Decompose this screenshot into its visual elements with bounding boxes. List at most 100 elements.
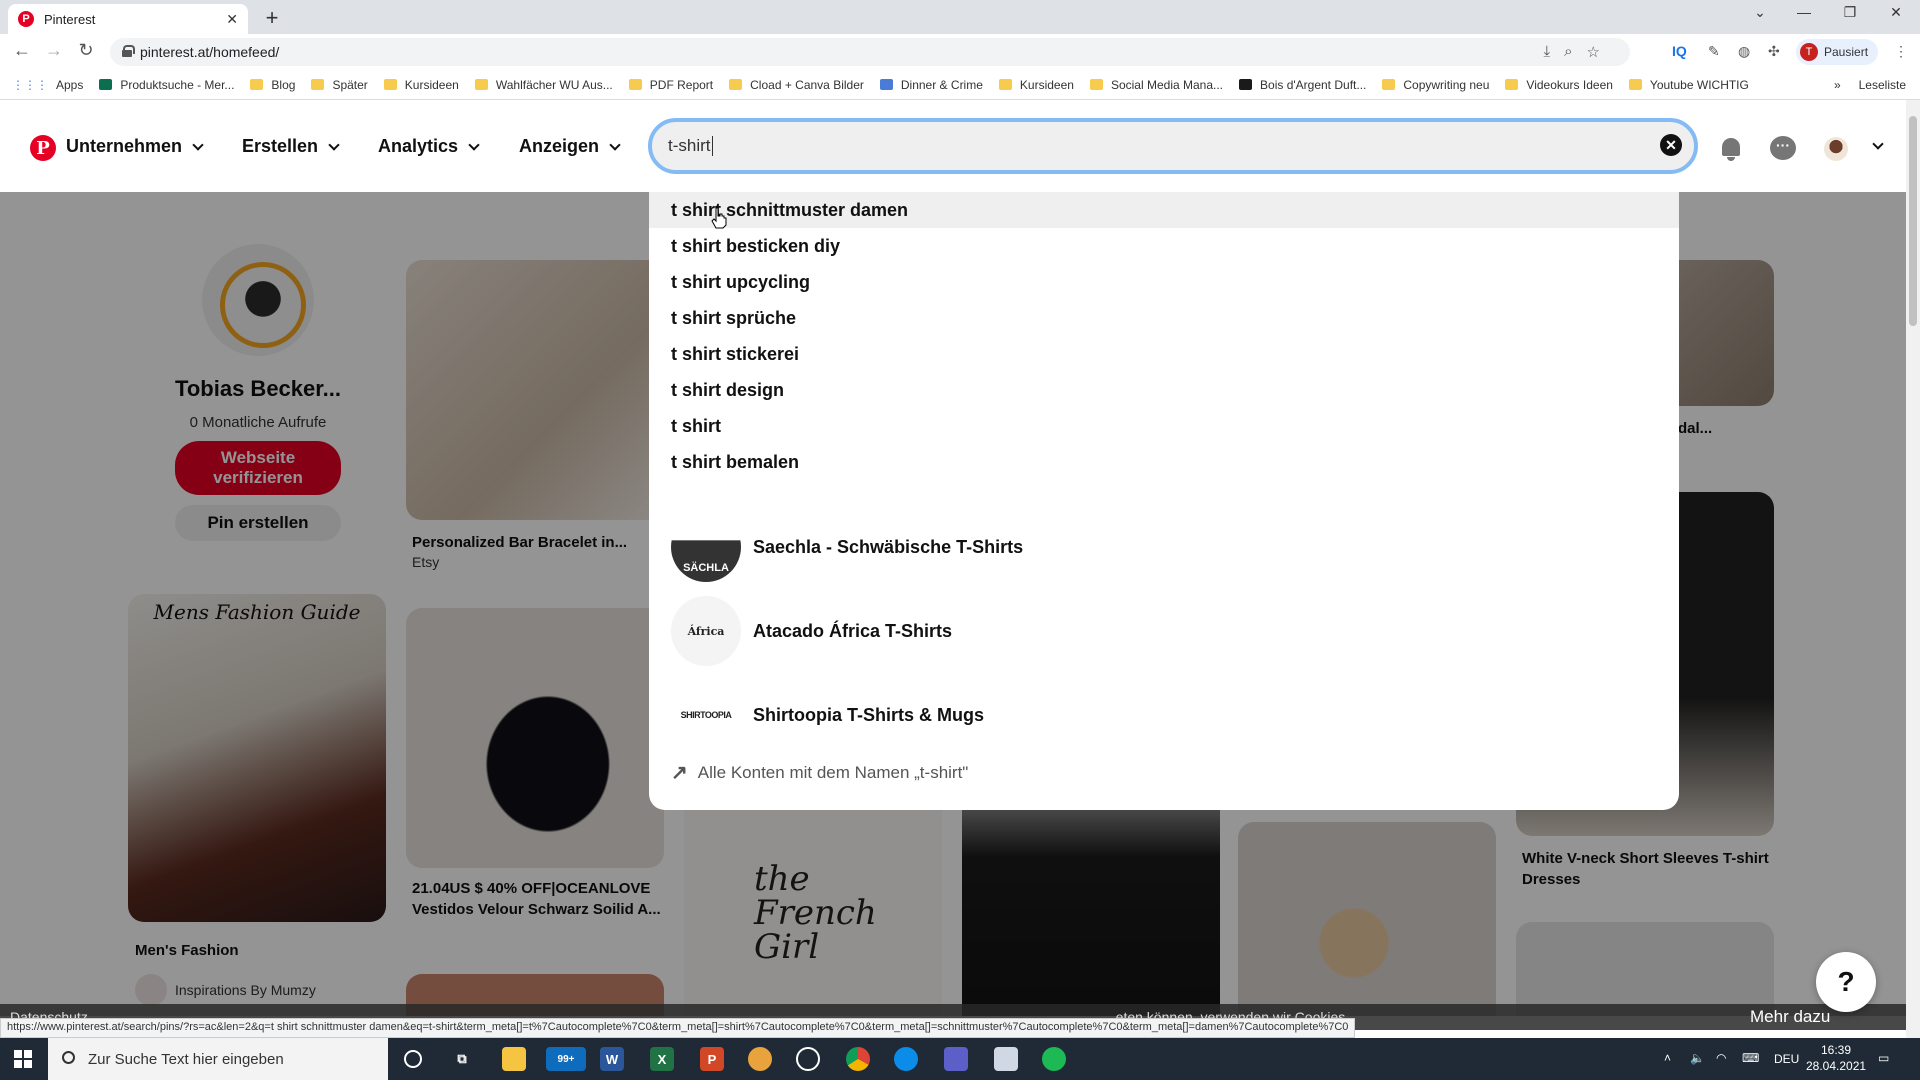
mail-icon[interactable]: 99+ bbox=[546, 1047, 586, 1071]
bookmark-item[interactable]: Produktsuche - Mer... bbox=[99, 78, 234, 92]
chrome-icon[interactable] bbox=[846, 1047, 870, 1071]
menu-erstellen[interactable]: Erstellen bbox=[242, 136, 340, 157]
bookmark-item[interactable]: Dinner & Crime bbox=[879, 77, 983, 92]
search-input[interactable]: t-shirt ✕ bbox=[648, 118, 1698, 174]
extension-globe-icon[interactable]: ◍ bbox=[1738, 43, 1750, 60]
extension-icon[interactable]: ✎ bbox=[1708, 43, 1720, 60]
iq-extension-icon[interactable]: IQ bbox=[1672, 43, 1687, 59]
bookmark-item[interactable]: ⋮⋮⋮ Apps bbox=[12, 78, 83, 92]
bookmark-item[interactable]: Copywriting neu bbox=[1382, 78, 1489, 92]
cookie-more-link[interactable]: Mehr dazu bbox=[1750, 1007, 1830, 1027]
forward-icon[interactable]: → bbox=[42, 40, 66, 61]
messages-icon[interactable] bbox=[1770, 136, 1796, 162]
folder-icon bbox=[1089, 79, 1103, 90]
language-indicator[interactable]: DEU bbox=[1774, 1051, 1799, 1067]
browser-menu-icon[interactable]: ⋮ bbox=[1894, 43, 1908, 60]
account-result[interactable]: SHIRTOOPIA Shirtoopia T-Shirts & Mugs bbox=[671, 680, 984, 750]
bookmark-item[interactable]: Kursideen bbox=[383, 78, 459, 92]
close-tab-icon[interactable]: ✕ bbox=[226, 11, 238, 28]
account-name: Shirtoopia T-Shirts & Mugs bbox=[753, 704, 985, 725]
bookmark-item[interactable]: Bois d'Argent Duft... bbox=[1239, 78, 1366, 92]
menu-label: Erstellen bbox=[242, 136, 319, 156]
taskbar-search-input[interactable]: Zur Suche Text hier eingeben bbox=[48, 1038, 388, 1080]
new-tab-icon[interactable]: + bbox=[260, 5, 284, 31]
restore-icon[interactable]: ❐ bbox=[1830, 4, 1870, 21]
folder-icon bbox=[1505, 79, 1519, 90]
suggestion-item[interactable]: t shirt bbox=[649, 408, 1679, 444]
suggestion-item[interactable]: t shirt design bbox=[649, 372, 1679, 408]
wifi-icon[interactable]: ◠ bbox=[1716, 1050, 1726, 1066]
more-bookmarks-icon[interactable]: » bbox=[1834, 78, 1841, 92]
bookmark-item[interactable]: Später bbox=[311, 78, 368, 92]
folder-icon bbox=[729, 79, 743, 90]
excel-icon[interactable]: X bbox=[650, 1047, 674, 1071]
account-result[interactable]: África Atacado África T-Shirts bbox=[671, 596, 952, 666]
apps-grid-icon: ⋮⋮⋮ bbox=[12, 77, 48, 92]
scrollbar-thumb[interactable] bbox=[1909, 116, 1917, 326]
search-value: t-shirt bbox=[668, 136, 711, 155]
menu-anzeigen[interactable]: Anzeigen bbox=[519, 136, 621, 157]
menu-unternehmen[interactable]: Unternehmen bbox=[66, 136, 204, 157]
folder-icon bbox=[383, 79, 397, 90]
app-icon[interactable] bbox=[748, 1047, 772, 1071]
powerpoint-icon[interactable]: P bbox=[700, 1047, 724, 1071]
bookmark-item[interactable]: Videokurs Ideen bbox=[1505, 78, 1613, 92]
bookmark-item[interactable]: Wahlfächer WU Aus... bbox=[474, 78, 613, 92]
suggestion-item[interactable]: t shirt upcycling bbox=[649, 264, 1679, 300]
bookmark-item[interactable]: Cload + Canva Bilder bbox=[729, 78, 864, 92]
clear-search-icon[interactable]: ✕ bbox=[1660, 134, 1682, 156]
install-icon[interactable]: ⤓ bbox=[1544, 43, 1551, 61]
file-explorer-icon[interactable] bbox=[502, 1047, 526, 1071]
all-accounts-link[interactable]: ↗ Alle Konten mit dem Namen „t-shirt" bbox=[671, 760, 968, 785]
suggestion-item[interactable]: t shirt schnittmuster damen bbox=[649, 192, 1679, 228]
bookmark-item[interactable]: Youtube WICHTIG bbox=[1628, 77, 1749, 92]
help-button[interactable]: ? bbox=[1816, 952, 1876, 1012]
reading-list-button[interactable]: Leseliste bbox=[1859, 78, 1906, 92]
app-icon[interactable] bbox=[994, 1047, 1018, 1071]
account-result[interactable]: SÄCHLA Saechla - Schwäbische T-Shirts bbox=[671, 512, 1023, 582]
hand-cursor-icon bbox=[711, 207, 727, 229]
volume-icon[interactable]: 🔈 bbox=[1690, 1050, 1705, 1066]
bookmark-label: PDF Report bbox=[649, 77, 714, 92]
suggestion-item[interactable]: t shirt besticken diy bbox=[649, 228, 1679, 264]
suggestion-item[interactable]: t shirt sprüche bbox=[649, 300, 1679, 336]
address-bar[interactable]: pinterest.at/homefeed/ ⤓ ⌕ ☆ bbox=[110, 38, 1630, 66]
word-icon[interactable]: W bbox=[600, 1047, 624, 1071]
back-icon[interactable]: ← bbox=[10, 40, 34, 61]
keyboard-icon[interactable]: ⌨ bbox=[1742, 1050, 1759, 1066]
app-icon[interactable] bbox=[796, 1047, 820, 1071]
minimize-icon[interactable]: — bbox=[1784, 4, 1824, 20]
avatar[interactable] bbox=[1824, 137, 1848, 161]
bookmark-item[interactable]: Social Media Mana... bbox=[1089, 78, 1223, 92]
address-url: pinterest.at/homefeed/ bbox=[140, 44, 280, 60]
profile-button[interactable]: T Pausiert bbox=[1796, 39, 1879, 65]
edge-icon[interactable] bbox=[894, 1047, 918, 1071]
zoom-icon[interactable]: ⌕ bbox=[1564, 43, 1572, 61]
spotify-icon[interactable] bbox=[1042, 1047, 1066, 1071]
bookmark-label: Youtube WICHTIG bbox=[1649, 77, 1749, 92]
app-icon[interactable] bbox=[944, 1047, 968, 1071]
browser-tab[interactable]: P Pinterest ✕ bbox=[8, 4, 248, 34]
bookmark-item[interactable]: Blog bbox=[250, 78, 295, 92]
task-view-icon[interactable]: ⧉ bbox=[450, 1047, 474, 1071]
menu-analytics[interactable]: Analytics bbox=[378, 136, 480, 157]
account-chevron-down-icon[interactable] bbox=[1872, 138, 1884, 150]
cortana-icon[interactable] bbox=[404, 1050, 422, 1068]
clock[interactable]: 16:39 28.04.2021 bbox=[1806, 1042, 1866, 1074]
bookmark-item[interactable]: PDF Report bbox=[628, 77, 714, 92]
notifications-bell-icon[interactable] bbox=[1718, 136, 1744, 162]
bookmark-item[interactable]: Kursideen bbox=[998, 78, 1074, 92]
close-window-icon[interactable]: ✕ bbox=[1876, 4, 1916, 21]
bookmark-label: Dinner & Crime bbox=[900, 77, 983, 92]
suggestion-item[interactable]: t shirt bemalen bbox=[649, 444, 1679, 480]
windows-start-icon[interactable] bbox=[14, 1050, 32, 1068]
extensions-puzzle-icon[interactable]: ✣ bbox=[1768, 43, 1780, 60]
notification-center-icon[interactable]: ▭ bbox=[1878, 1050, 1889, 1066]
tray-chevron-icon[interactable]: ˄ bbox=[1664, 1050, 1671, 1066]
page-scrollbar[interactable] bbox=[1906, 100, 1920, 1038]
bookmark-star-icon[interactable]: ☆ bbox=[1587, 43, 1600, 61]
tab-search-icon[interactable]: ⌄ bbox=[1740, 4, 1780, 21]
suggestion-item[interactable]: t shirt stickerei bbox=[649, 336, 1679, 372]
pinterest-logo-icon[interactable]: P bbox=[30, 135, 56, 161]
reload-icon[interactable]: ↻ bbox=[74, 40, 98, 61]
